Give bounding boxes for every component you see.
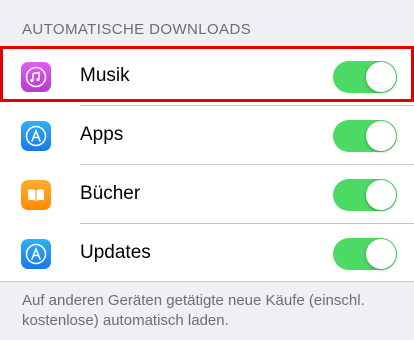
row-updates: Updates (0, 224, 414, 283)
music-icon (21, 62, 51, 92)
app-store-icon (21, 121, 51, 151)
row-musik: Musik (0, 47, 414, 106)
toggle-musik[interactable] (333, 61, 397, 93)
row-label-apps: Apps (80, 124, 124, 145)
row-apps: Apps (0, 106, 414, 165)
automatic-downloads-group: Musik Apps Bücher Updates (0, 46, 414, 282)
row-label-musik: Musik (80, 65, 130, 86)
footer-description: Auf anderen Geräten getätigte neue Käufe… (22, 292, 365, 329)
toggle-updates[interactable] (333, 238, 397, 270)
toggle-knob (366, 121, 396, 151)
toggle-apps[interactable] (333, 120, 397, 152)
toggle-knob (366, 62, 396, 92)
toggle-knob (366, 239, 396, 269)
row-label-updates: Updates (80, 242, 151, 263)
row-label-buecher: Bücher (80, 183, 141, 204)
section-header: AUTOMATISCHE DOWNLOADS (22, 21, 252, 38)
app-store-icon (21, 239, 51, 269)
toggle-buecher[interactable] (333, 179, 397, 211)
ibooks-icon (21, 180, 51, 210)
toggle-knob (366, 180, 396, 210)
row-buecher: Bücher (0, 165, 414, 224)
